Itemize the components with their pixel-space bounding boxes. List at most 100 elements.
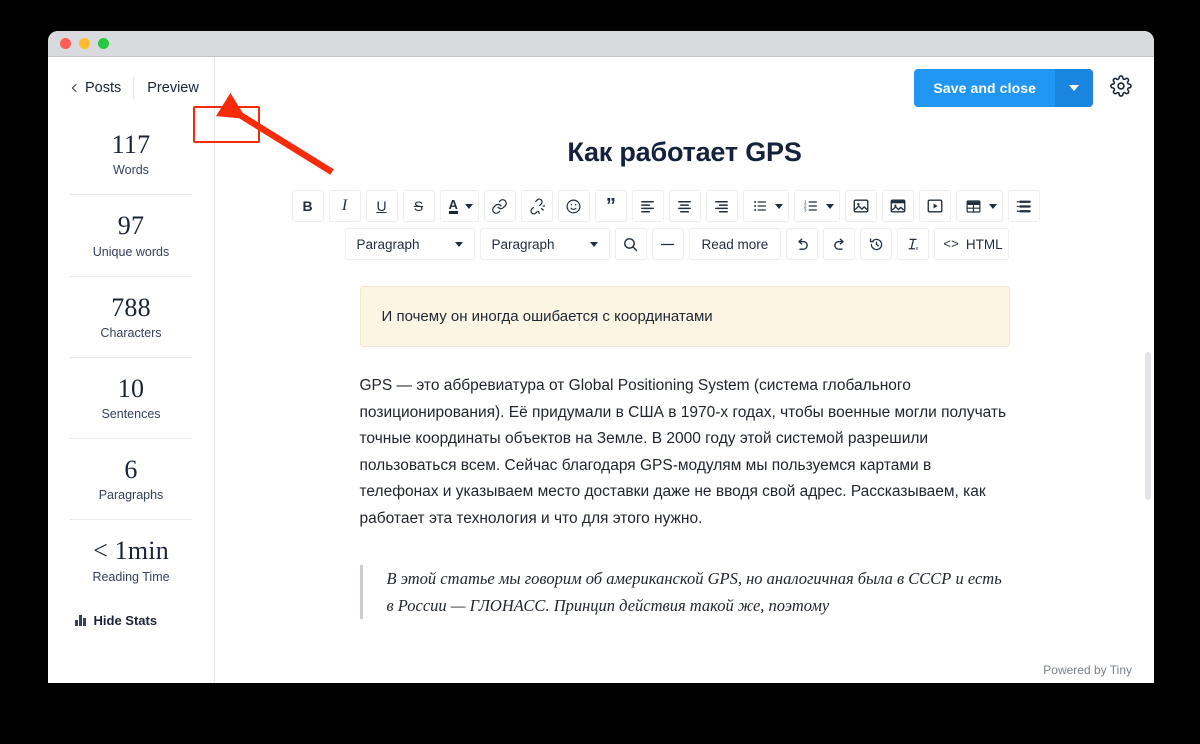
chevron-down-icon	[589, 241, 598, 247]
underline-button[interactable]: U	[365, 190, 398, 222]
hide-stats-button[interactable]: Hide Stats	[48, 601, 214, 628]
italic-button[interactable]: I	[328, 190, 361, 222]
stat-label: Words	[113, 163, 149, 178]
chevron-left-icon	[71, 83, 81, 93]
editor-area: Как работает GPS B I U S A ” 1 2 3 Parag…	[215, 119, 1154, 683]
insert-image-caption-button[interactable]	[881, 190, 914, 222]
stat-paragraphs: 6 Paragraphs	[70, 438, 192, 519]
text-color-icon: A	[448, 197, 458, 214]
block-format-value: Paragraph	[356, 236, 420, 252]
window-body: Posts Preview 117 Words 97 Unique words …	[48, 57, 1154, 683]
align-center-button[interactable]	[668, 190, 701, 222]
subtitle-callout[interactable]: И почему он иногда ошибается с координат…	[359, 286, 1010, 347]
svg-text:x: x	[915, 245, 918, 251]
block-format-select[interactable]: Paragraph	[344, 228, 475, 260]
save-and-close-button[interactable]: Save and close	[914, 69, 1055, 107]
stat-label: Sentences	[101, 407, 161, 422]
stat-value: < 1min	[93, 536, 169, 566]
paragraph-style-select[interactable]: Paragraph	[479, 228, 610, 260]
document-title[interactable]: Как работает GPS	[215, 137, 1154, 168]
blockquote-button[interactable]: ”	[594, 190, 627, 222]
gear-icon	[1110, 74, 1132, 97]
stat-value: 788	[111, 292, 151, 322]
app-window: Posts Preview 117 Words 97 Unique words …	[48, 31, 1154, 683]
hide-stats-label: Hide Stats	[93, 612, 158, 628]
code-brackets-icon: <>	[943, 236, 959, 252]
horizontal-rule-button[interactable]	[651, 228, 684, 260]
document-content[interactable]: И почему он иногда ошибается с координат…	[359, 286, 1010, 619]
chevron-down-icon	[464, 203, 473, 209]
chevron-down-icon	[825, 203, 834, 209]
insert-table-button[interactable]	[955, 190, 1003, 222]
stat-value: 117	[111, 130, 151, 159]
blockquote-1[interactable]: В этой статье мы говорим об американской…	[359, 565, 1010, 619]
stat-characters: 788 Characters	[70, 275, 192, 357]
window-titlebar	[48, 31, 1154, 57]
sidebar: Posts Preview 117 Words 97 Unique words …	[48, 57, 215, 683]
revision-history-button[interactable]	[860, 228, 893, 260]
bullet-list-button[interactable]	[742, 190, 789, 222]
bullet-list-icon	[754, 201, 766, 211]
chevron-down-icon	[454, 241, 463, 247]
unlink-icon	[530, 198, 546, 214]
close-window-button[interactable]	[60, 38, 71, 49]
clear-formatting-button[interactable]: x	[897, 228, 930, 260]
align-left-button[interactable]	[631, 190, 664, 222]
chevron-down-icon	[1069, 85, 1079, 91]
unlink-button[interactable]	[520, 190, 553, 222]
minimize-window-button[interactable]	[79, 38, 90, 49]
redo-icon	[833, 238, 844, 250]
chevron-down-icon	[774, 203, 783, 209]
image-icon	[853, 199, 869, 213]
save-and-close-group[interactable]: Save and close	[914, 69, 1093, 107]
sidebar-header-divider	[133, 77, 135, 99]
video-icon	[927, 199, 943, 213]
zoom-window-button[interactable]	[98, 38, 109, 49]
preview-button[interactable]: Preview	[143, 78, 203, 98]
main-header: Save and close	[215, 57, 1154, 119]
stat-value: 10	[117, 373, 145, 403]
editor-toolbar-row-2: Paragraph Paragraph Read more x <> HTML	[344, 228, 1025, 260]
emoji-button[interactable]	[557, 190, 590, 222]
stat-label: Reading Time	[92, 569, 170, 584]
search-replace-button[interactable]	[614, 228, 647, 260]
image-caption-icon	[890, 199, 906, 213]
bold-button[interactable]: B	[291, 190, 324, 222]
align-right-icon	[715, 200, 729, 212]
link-button[interactable]	[483, 190, 516, 222]
paragraph-1[interactable]: GPS — это аббревиатура от Global Positio…	[360, 373, 1010, 532]
numbered-list-button[interactable]: 1 2 3	[793, 190, 840, 222]
stat-words: 117 Words	[70, 119, 192, 194]
stat-label: Unique words	[92, 244, 170, 259]
search-icon	[624, 237, 638, 251]
stat-value: 97	[117, 211, 145, 241]
link-icon	[492, 198, 508, 214]
undo-button[interactable]	[786, 228, 819, 260]
stat-sentences: 10 Sentences	[70, 356, 192, 438]
align-right-button[interactable]	[705, 190, 738, 222]
undo-icon	[798, 238, 808, 250]
horizontal-rule-icon	[660, 243, 675, 245]
chevron-down-icon	[988, 203, 997, 209]
table-of-contents-button[interactable]	[1007, 190, 1040, 222]
insert-video-button[interactable]	[918, 190, 951, 222]
back-to-posts-link[interactable]: Posts	[71, 80, 122, 96]
quote-icon: ”	[605, 194, 616, 217]
back-to-posts-label: Posts	[85, 80, 122, 96]
bar-chart-icon	[75, 614, 86, 627]
editor-scrollbar[interactable]	[1145, 352, 1151, 500]
stat-reading-time: < 1min Reading Time	[70, 519, 192, 600]
stat-label: Paragraphs	[98, 488, 164, 503]
editor-toolbar-row-1: B I U S A ” 1 2 3	[291, 190, 1078, 222]
paragraph-style-value: Paragraph	[491, 236, 555, 252]
save-options-dropdown-button[interactable]	[1055, 69, 1093, 107]
settings-button[interactable]	[1110, 74, 1132, 102]
source-code-button[interactable]: <> HTML	[934, 228, 1009, 260]
strikethrough-button[interactable]: S	[402, 190, 435, 222]
insert-image-button[interactable]	[844, 190, 877, 222]
main-panel: Save and close Как работает GPS B I U S …	[215, 57, 1154, 683]
read-more-button[interactable]: Read more	[688, 228, 782, 260]
table-of-contents-icon	[1017, 200, 1032, 212]
redo-button[interactable]	[823, 228, 856, 260]
text-color-button[interactable]: A	[439, 190, 479, 222]
